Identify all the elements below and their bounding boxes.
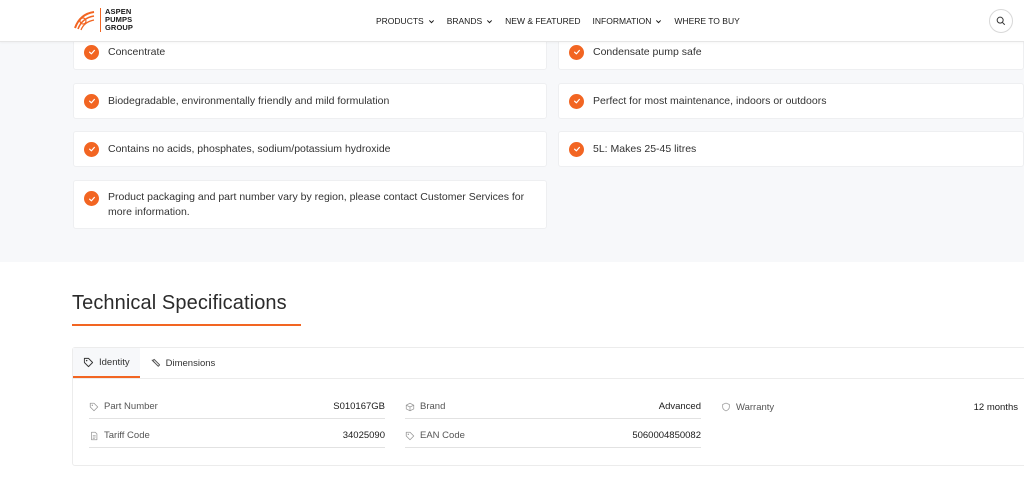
spec-warranty: Warranty 12 months: [721, 395, 1018, 419]
tab-identity[interactable]: Identity: [73, 348, 140, 378]
feature-text: Biodegradable, environmentally friendly …: [108, 94, 390, 107]
checkmark-icon: [569, 44, 584, 60]
spec-value: 34025090: [342, 430, 385, 441]
feature-item: Perfect for most maintenance, indoors or…: [558, 83, 1024, 119]
feature-text: Perfect for most maintenance, indoors or…: [593, 94, 827, 107]
checkmark-icon: [84, 44, 99, 60]
logo-icon: [74, 11, 95, 31]
feature-item: Product packaging and part number vary b…: [73, 180, 547, 229]
spec-part-number: Part Number S010167GB: [89, 395, 385, 419]
nav-where-to-buy[interactable]: WHERE TO BUY: [674, 16, 739, 26]
checkmark-icon: [84, 93, 99, 109]
feature-text: Contains no acids, phosphates, sodium/po…: [108, 142, 391, 155]
title-underline: [72, 324, 301, 326]
nav-information[interactable]: INFORMATION: [593, 16, 663, 26]
nav-brands[interactable]: BRANDS: [447, 16, 493, 26]
feature-text: 5L: Makes 25-45 litres: [593, 142, 697, 155]
search-button[interactable]: [989, 9, 1013, 33]
box-icon: [405, 402, 415, 411]
document-icon: [91, 431, 98, 440]
spec-value: S010167GB: [333, 401, 385, 412]
spec-label: Part Number: [104, 401, 158, 412]
feature-item: 5L: Makes 25-45 litres: [558, 131, 1024, 167]
chevron-down-icon: [428, 19, 434, 23]
shield-icon: [722, 402, 730, 412]
logo[interactable]: ASPEN PUMPS GROUP: [72, 8, 133, 32]
checkmark-icon: [84, 191, 99, 206]
spec-brand: Brand Advanced: [405, 395, 701, 419]
feature-text: Product packaging and part number vary b…: [108, 191, 525, 218]
tag-icon: [405, 431, 415, 440]
nav-new-featured[interactable]: NEW & FEATURED: [505, 16, 580, 26]
spec-tabs: Identity Dimensions: [73, 348, 225, 378]
main-nav: PRODUCTS BRANDS NEW & FEATURED INFORMATI…: [376, 0, 752, 42]
section-title: Technical Specifications: [72, 292, 287, 314]
ruler-icon: [151, 358, 160, 367]
tab-dimensions[interactable]: Dimensions: [140, 348, 226, 378]
nav-products[interactable]: PRODUCTS: [376, 16, 435, 26]
feature-item: Contains no acids, phosphates, sodium/po…: [73, 131, 547, 167]
tag-icon: [83, 357, 94, 367]
logo-divider: [100, 8, 101, 32]
spec-label: Warranty: [736, 401, 775, 413]
spec-label: Tariff Code: [104, 430, 150, 441]
spec-label: Brand: [420, 401, 446, 412]
spec-ean-code: EAN Code 5060004850082: [405, 424, 701, 448]
search-icon: [996, 16, 1006, 26]
feature-item: Biodegradable, environmentally friendly …: [73, 83, 547, 119]
tag-icon: [89, 402, 99, 411]
spec-card: Identity Dimensions Part Number S010167G…: [72, 347, 1024, 466]
site-header: ASPEN PUMPS GROUP PRODUCTS BRANDS NEW & …: [0, 0, 1024, 42]
feature-text: Condensate pump safe: [593, 45, 702, 58]
chevron-down-icon: [656, 19, 662, 23]
checkmark-icon: [569, 93, 584, 109]
checkmark-icon: [84, 141, 99, 157]
chevron-down-icon: [487, 19, 493, 23]
spec-value: 5060004850082: [632, 430, 701, 441]
spec-value: Advanced: [658, 401, 701, 412]
spec-tariff-code: Tariff Code 34025090: [89, 424, 385, 448]
checkmark-icon: [569, 141, 584, 157]
feature-text: Concentrate: [108, 45, 166, 58]
tabs-divider: [73, 378, 1024, 379]
spec-label: EAN Code: [420, 430, 465, 441]
logo-text: ASPEN PUMPS GROUP: [105, 7, 134, 32]
spec-value: 12 months: [973, 401, 1018, 413]
